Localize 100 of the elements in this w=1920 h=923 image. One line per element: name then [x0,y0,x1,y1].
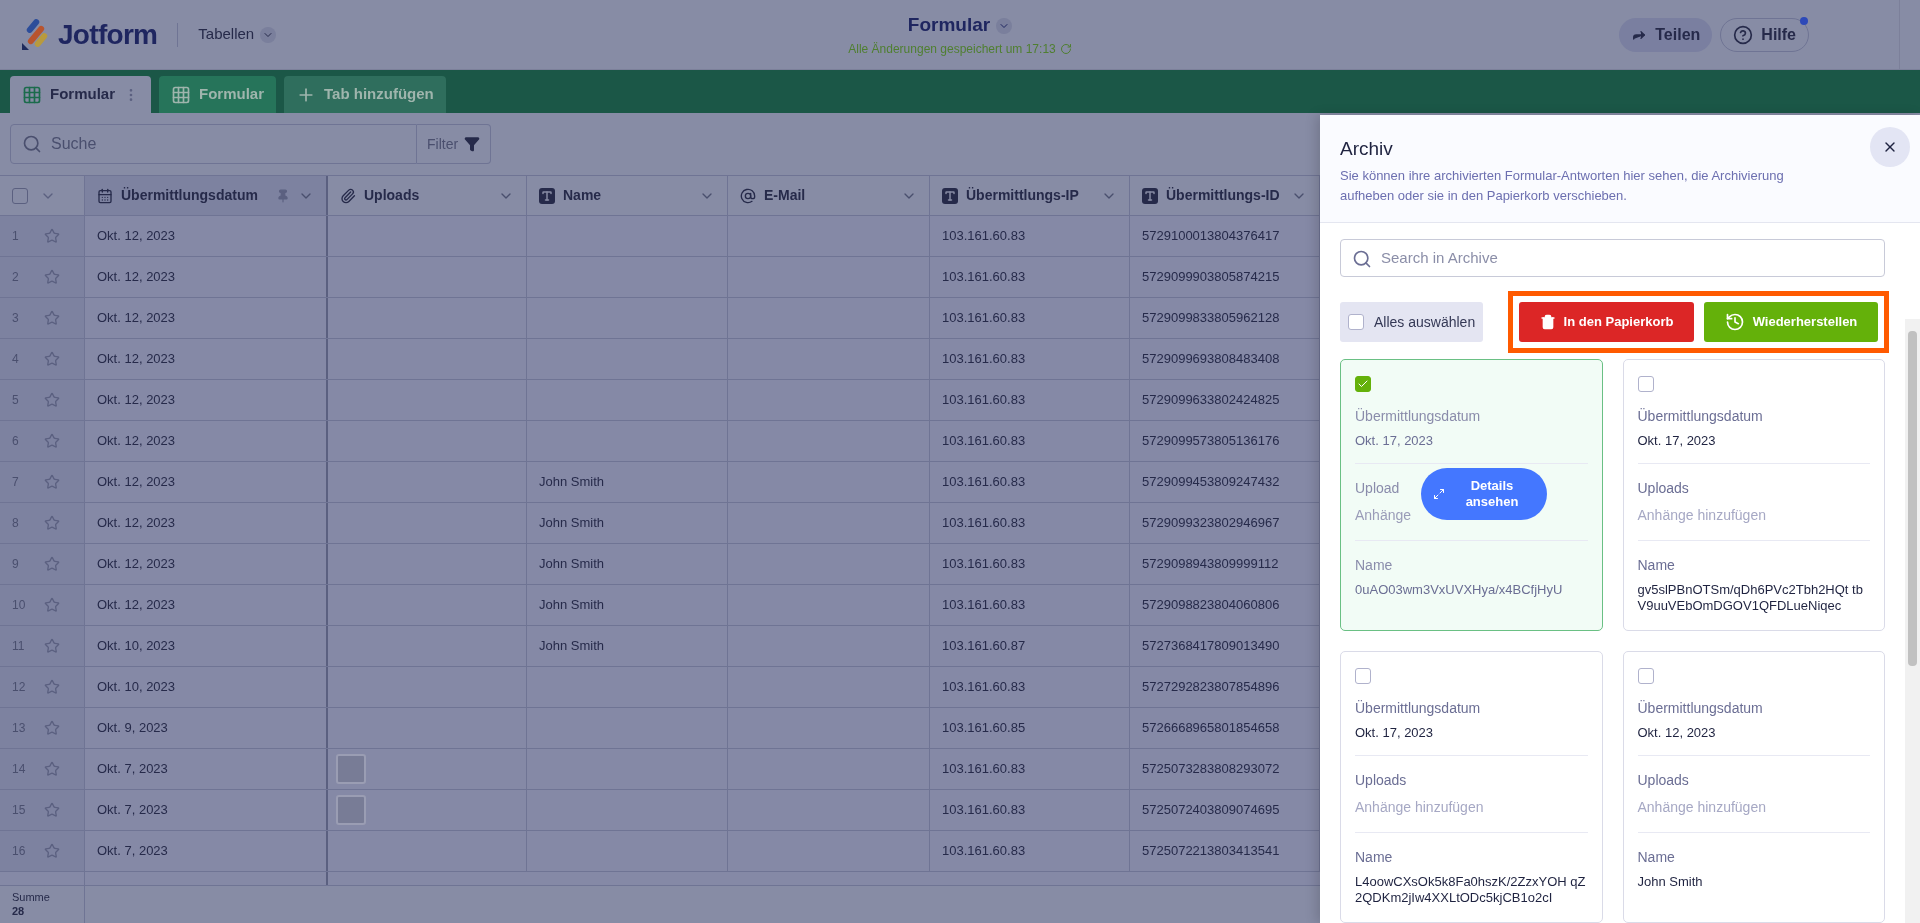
table-cell-text: 5729099453809247432 [1142,473,1280,492]
trash-button[interactable]: In den Papierkorb [1519,302,1694,342]
attachment-thumbnail[interactable] [336,754,366,784]
search-field[interactable]: Suche [10,124,417,164]
star-icon[interactable] [44,679,60,695]
table-cell-text: Okt. 9, 2023 [97,719,168,738]
archive-search-field[interactable]: Search in Archive [1340,238,1885,277]
field-label: Uploads [1637,479,1689,498]
table-cell-text: 103.161.60.83 [942,432,1026,451]
help-button[interactable]: Hilfe [1720,17,1809,52]
star-icon[interactable] [44,515,60,531]
star-icon[interactable] [44,310,60,326]
field-value: gv5slPBnOTSm/qDh6PVc2Tbh2HQt tbV9uuVEbOmDGOV1QFDLueNiqec [1637,582,1864,614]
table-cell-text: 103.161.60.83 [942,678,1026,697]
star-icon[interactable] [44,761,60,777]
star-icon[interactable] [44,474,60,490]
field-label: Name [1637,556,1675,575]
star-icon[interactable] [44,228,60,244]
star-icon[interactable] [44,433,60,449]
table-cell-text: 5725073283808293072 [1142,760,1280,779]
star-icon[interactable] [44,392,60,408]
star-icon[interactable] [44,556,60,572]
star-icon[interactable] [44,638,60,654]
field-label: Name [1355,848,1393,867]
field-placeholder: Anhänge hinzufügen [1637,506,1766,525]
card-checkbox[interactable] [1637,668,1654,684]
select-all-checkbox[interactable]: Alles auswählen [1340,302,1484,342]
field-value: John Smith [1637,874,1704,890]
panel-description: Sie können ihre archivierten Formular-Antworten hier sehen, die Archivierung aufheben oder sie in den Papierkorb verschieben. [1340,166,1785,205]
column-header[interactable]: Name [527,176,728,215]
field-label: Name [1355,556,1393,575]
field-value: Okt. 17, 2023 [1355,725,1435,741]
star-icon[interactable] [44,597,60,613]
table-cell-text: 5726668965801854658 [1142,719,1280,738]
panel-title: Archiv [1340,137,1393,161]
caret-icon [260,26,277,43]
table-cell-text: 5729099633802424825 [1142,391,1280,410]
star-icon[interactable] [44,269,60,285]
table-cell-text: 5725072403809074695 [1142,801,1280,820]
save-status: Alle Änderungen gespeichert um 17:13 [848,40,1056,58]
restore-button[interactable]: Wiederherstellen [1704,302,1878,342]
table-cell-text: Okt. 7, 2023 [97,760,168,779]
close-button[interactable] [1870,127,1910,167]
star-icon[interactable] [44,720,60,736]
share-button[interactable]: Teilen [1619,17,1713,52]
form-title[interactable]: Formular [907,11,1013,40]
attachment-thumbnail[interactable] [336,795,366,825]
details-button[interactable]: Details ansehen [1421,468,1547,520]
table-cell-text: Okt. 12, 2023 [97,391,176,410]
table-cell-text: Okt. 7, 2023 [97,842,168,861]
column-header[interactable]: Übermittlungs-IP [930,176,1130,215]
table-cell-text: 5729099903805874215 [1142,268,1280,287]
search-icon [22,134,42,154]
tables-menu[interactable]: Tabellen [198,23,277,46]
table-cell-text: Okt. 12, 2023 [97,227,176,246]
table-cell-text: 103.161.60.83 [942,801,1026,820]
star-icon[interactable] [44,843,60,859]
add-tab-button[interactable]: Tab hinzufügen [284,76,446,113]
column-header[interactable]: Uploads [328,176,527,215]
table-cell-text: 5729100013804376417 [1142,227,1280,246]
archive-card[interactable]: Übermittlungsdatum Okt. 17, 2023 Upload Details ansehen Anhänge Name 0uAO03wm3VxUVXHya/x4BCfjHyU [1340,359,1603,631]
table-cell-text: John Smith [539,473,605,492]
table-tab[interactable]: Formular [10,76,151,113]
restore-icon [1724,312,1745,332]
field-placeholder: Anhänge [1355,506,1412,525]
caret-icon [996,17,1013,34]
table-cell-text: Okt. 12, 2023 [97,514,176,533]
archive-card[interactable]: Übermittlungsdatum Okt. 17, 2023 Uploads Anhänge hinzufügen Name gv5slPBnOTSm/qDh6PVc2Tbh2HQt tbV9uuVEbOmDGOV1QFDLueNiqec [1622,359,1885,631]
table-cell-text: 103.161.60.83 [942,227,1026,246]
column-header[interactable]: E-Mail [728,176,930,215]
table-cell-text: 103.161.60.83 [942,350,1026,369]
table-tab[interactable]: Formular [159,76,277,113]
table-cell-text: 103.161.60.83 [942,555,1026,574]
table-cell-text: Okt. 10, 2023 [97,678,176,697]
table-cell-text: 5729099323802946967 [1142,514,1280,533]
column-header[interactable]: Übermittlungsdatum [85,176,328,215]
archive-card[interactable]: Übermittlungsdatum Okt. 12, 2023 Uploads Anhänge hinzufügen Name John Smith [1622,651,1885,923]
text-field-icon [539,187,555,204]
field-label: Uploads [1637,771,1689,790]
filter-button[interactable]: Filter [417,124,492,164]
table-cell-text: John Smith [539,514,605,533]
field-value: Okt. 17, 2023 [1637,433,1717,449]
field-value: L4oowCXsOk5k8Fa0hszK/2ZzxYOH qZ2QDKm2jIw4XXLtODc5kjCB1o2cI [1355,874,1587,906]
table-cell-text: Okt. 12, 2023 [97,432,176,451]
select-all-checkbox[interactable] [12,187,28,204]
calendar-icon [97,187,113,204]
table-cell-text: 103.161.60.85 [942,719,1026,738]
table-cell-text: 5725072213803413541 [1142,842,1280,861]
summary-value: 28 [12,904,26,919]
star-icon[interactable] [44,351,60,367]
card-checkbox[interactable] [1637,376,1654,392]
card-checkbox[interactable] [1355,376,1371,392]
card-checkbox[interactable] [1355,668,1371,684]
table-cell-text: 5729099573805136176 [1142,432,1280,451]
field-label: Übermittlungsdatum [1637,407,1763,426]
table-cell-text: 103.161.60.83 [942,760,1026,779]
archive-card[interactable]: Übermittlungsdatum Okt. 17, 2023 Uploads Anhänge hinzufügen Name L4oowCXsOk5k8Fa0hszK/2ZzxYOH qZ2QDKm2jIw4XXLtODc5kjCB1o2cI [1340,651,1603,923]
star-icon[interactable] [44,802,60,818]
table-cell-text: Okt. 12, 2023 [97,473,176,492]
table-icon [22,84,42,105]
